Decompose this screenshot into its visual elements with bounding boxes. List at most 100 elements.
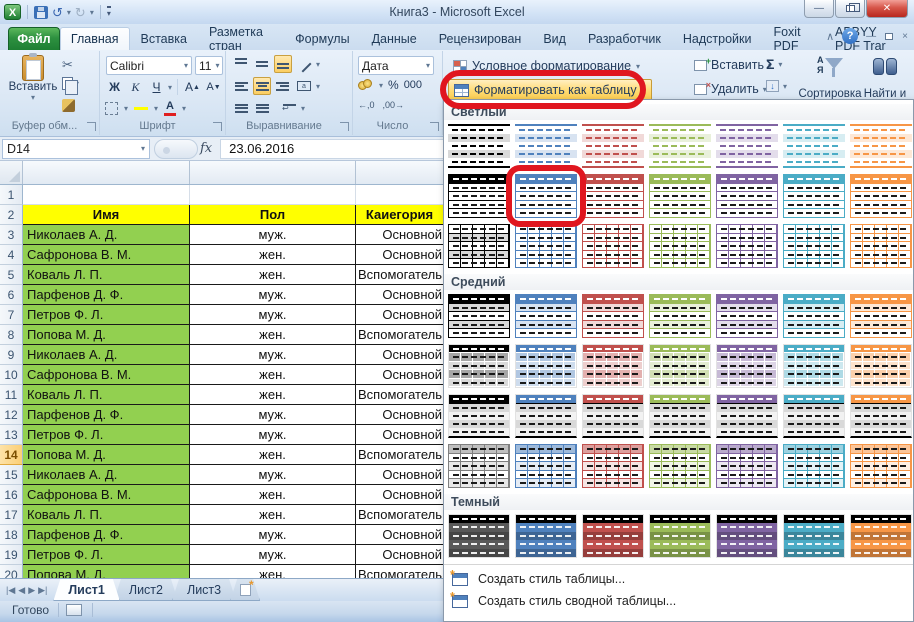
- cell[interactable]: Николаев А. Д.: [23, 345, 190, 365]
- column-header-b[interactable]: [190, 161, 356, 184]
- help-icon[interactable]: ?: [842, 28, 858, 44]
- row-header[interactable]: 10: [0, 365, 23, 385]
- row-header[interactable]: 9: [0, 345, 23, 365]
- table-style-thumbnail[interactable]: [716, 514, 778, 558]
- table-style-thumbnail[interactable]: [649, 514, 711, 558]
- table-style-thumbnail[interactable]: [582, 294, 644, 338]
- sheet-tab[interactable]: Лист1: [53, 579, 119, 601]
- column-header-a[interactable]: [23, 161, 190, 184]
- insert-worksheet-button[interactable]: [230, 579, 260, 601]
- font-color-button[interactable]: А: [164, 100, 176, 116]
- table-style-thumbnail[interactable]: [850, 344, 912, 388]
- cell[interactable]: муж.: [190, 225, 356, 245]
- macro-record-icon[interactable]: [66, 604, 82, 616]
- cell[interactable]: Основной: [356, 305, 444, 325]
- decrease-indent-button[interactable]: [232, 99, 250, 117]
- font-size-combo[interactable]: 11▾: [195, 56, 223, 75]
- table-style-thumbnail[interactable]: [515, 444, 577, 488]
- table-style-thumbnail[interactable]: [850, 174, 912, 218]
- table-style-thumbnail[interactable]: [448, 514, 510, 558]
- undo-icon[interactable]: ↺: [52, 6, 63, 19]
- number-format-combo[interactable]: Дата▾: [358, 56, 434, 75]
- table-style-thumbnail[interactable]: [716, 124, 778, 168]
- increase-indent-button[interactable]: [253, 99, 271, 117]
- table-style-thumbnail[interactable]: [649, 294, 711, 338]
- row-header[interactable]: 1: [0, 185, 23, 205]
- fill-color-button[interactable]: [134, 106, 148, 110]
- gallery-menu-item[interactable]: Создать стиль сводной таблицы...: [444, 590, 913, 612]
- ribbon-tab[interactable]: Рецензирован: [428, 27, 533, 50]
- table-style-thumbnail[interactable]: [783, 174, 845, 218]
- table-style-thumbnail[interactable]: [716, 174, 778, 218]
- cell[interactable]: Попова М. Д.: [23, 445, 190, 465]
- cell[interactable]: муж.: [190, 545, 356, 565]
- decrease-decimal-button[interactable]: ,00→: [383, 100, 405, 110]
- row-header[interactable]: 6: [0, 285, 23, 305]
- table-style-thumbnail[interactable]: [716, 394, 778, 438]
- dialog-launcher-icon[interactable]: [213, 122, 222, 131]
- dialog-launcher-icon[interactable]: [340, 122, 349, 131]
- cut-button[interactable]: ✂: [62, 57, 73, 73]
- table-style-thumbnail[interactable]: [515, 514, 577, 558]
- cell[interactable]: Пол: [190, 205, 356, 225]
- table-style-thumbnail[interactable]: [582, 124, 644, 168]
- copy-button[interactable]: ▾: [62, 77, 79, 90]
- cell[interactable]: Каиегория: [356, 205, 444, 225]
- table-style-thumbnail[interactable]: [515, 394, 577, 438]
- cell[interactable]: Основной: [356, 245, 444, 265]
- cell[interactable]: Основной: [356, 545, 444, 565]
- cell[interactable]: Вспомогатель: [356, 385, 444, 405]
- row-header[interactable]: 14: [0, 445, 23, 465]
- align-right-button[interactable]: [274, 77, 292, 95]
- cell[interactable]: муж.: [190, 425, 356, 445]
- cell[interactable]: Основной: [356, 225, 444, 245]
- table-style-thumbnail[interactable]: [448, 124, 510, 168]
- cell[interactable]: Петров Ф. Л.: [23, 545, 190, 565]
- row-header[interactable]: 3: [0, 225, 23, 245]
- undo-dropdown-icon[interactable]: ▾: [67, 8, 71, 17]
- cell[interactable]: Вспомогатель: [356, 445, 444, 465]
- table-style-thumbnail[interactable]: [850, 294, 912, 338]
- table-style-thumbnail[interactable]: [850, 124, 912, 168]
- dialog-launcher-icon[interactable]: [87, 122, 96, 131]
- cell[interactable]: [356, 185, 444, 205]
- cell[interactable]: Петров Ф. Л.: [23, 305, 190, 325]
- table-style-thumbnail[interactable]: [783, 514, 845, 558]
- borders-icon[interactable]: [105, 102, 118, 115]
- table-style-thumbnail[interactable]: [649, 174, 711, 218]
- table-style-thumbnail[interactable]: [448, 394, 510, 438]
- wrap-text-button[interactable]: ↩: [280, 99, 298, 117]
- table-style-thumbnail[interactable]: [515, 124, 577, 168]
- row-header[interactable]: 7: [0, 305, 23, 325]
- table-style-thumbnail[interactable]: [716, 294, 778, 338]
- cell[interactable]: Коваль Л. П.: [23, 265, 190, 285]
- cell[interactable]: Коваль Л. П.: [23, 385, 190, 405]
- dialog-launcher-icon[interactable]: [430, 122, 439, 131]
- ribbon-tab[interactable]: Формулы: [284, 27, 360, 50]
- gallery-menu-item[interactable]: Создать стиль таблицы...: [444, 568, 913, 590]
- row-header[interactable]: 4: [0, 245, 23, 265]
- cell[interactable]: [23, 185, 190, 205]
- row-header[interactable]: 11: [0, 385, 23, 405]
- cell[interactable]: Основной: [356, 285, 444, 305]
- font-name-combo[interactable]: Calibri▾: [106, 56, 192, 75]
- workbook-restore-icon[interactable]: [885, 33, 893, 40]
- prev-sheet-icon[interactable]: ◀: [18, 585, 25, 596]
- restore-button[interactable]: [835, 0, 865, 18]
- align-left-button[interactable]: [232, 77, 250, 95]
- cell[interactable]: жен.: [190, 485, 356, 505]
- cell[interactable]: жен.: [190, 245, 356, 265]
- align-center-button[interactable]: [253, 77, 271, 95]
- cell[interactable]: Основной: [356, 365, 444, 385]
- underline-dropdown-icon[interactable]: ▾: [168, 83, 172, 92]
- minimize-button[interactable]: —: [804, 0, 834, 18]
- cell[interactable]: [190, 185, 356, 205]
- italic-button[interactable]: К: [126, 78, 145, 96]
- autosum-button[interactable]: Σ▾: [766, 56, 782, 72]
- fill-button[interactable]: ↓▾: [766, 80, 787, 92]
- cell[interactable]: Попова М. Д.: [23, 325, 190, 345]
- row-header[interactable]: 12: [0, 405, 23, 425]
- cell[interactable]: муж.: [190, 525, 356, 545]
- cell[interactable]: Основной: [356, 465, 444, 485]
- table-style-thumbnail[interactable]: [649, 394, 711, 438]
